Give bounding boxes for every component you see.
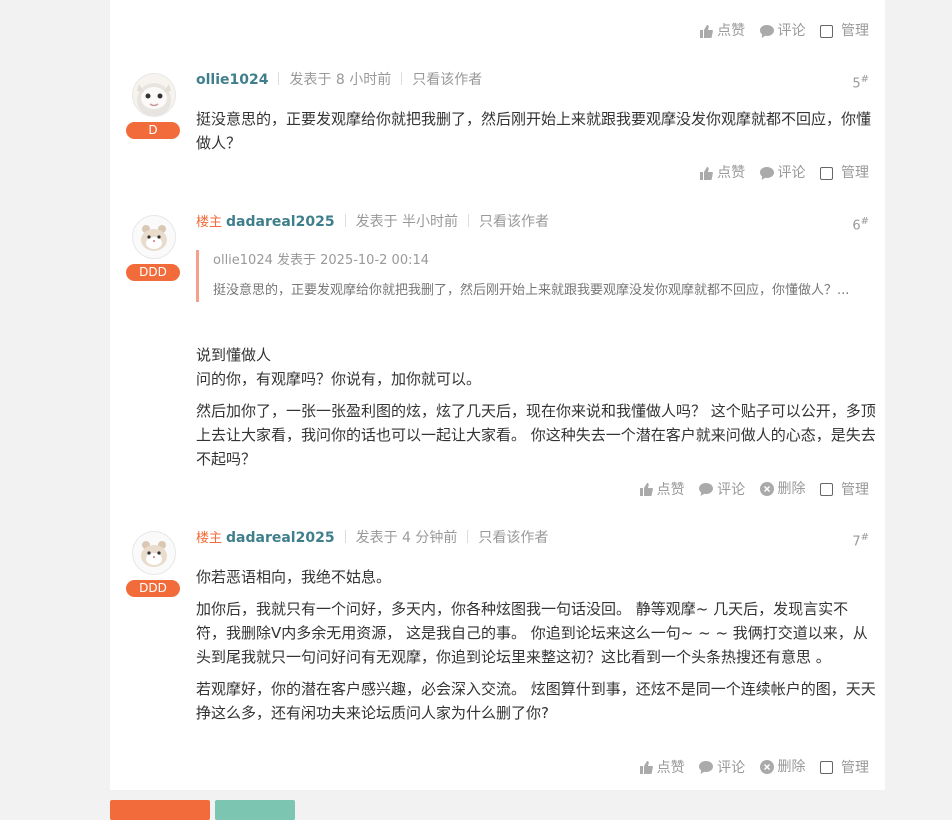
post-paragraph: 挺没意思的，正要发观摩给你就把我删了，然后刚开始上来就跟我要观摩没发你观摩就都不… <box>196 110 872 152</box>
avatar[interactable] <box>132 73 176 117</box>
thumb-up-icon <box>639 483 653 496</box>
post-header: 楼主 dadareal2025 发表于 4 分钟前 只看该作者 7# <box>196 528 869 549</box>
manage-check-box[interactable] <box>820 483 833 496</box>
like-label: 点赞 <box>656 759 685 776</box>
owner-tag: 楼主 <box>196 215 223 230</box>
manage-check-box[interactable] <box>820 24 833 38</box>
quote-header: ollie1024 发表于 2025-10-2 00:14 <box>213 253 430 268</box>
manage-check-box[interactable] <box>820 761 833 774</box>
owner-tag: 楼主 <box>196 531 223 546</box>
avatar[interactable] <box>132 215 176 259</box>
quoted-post: ollie1024 发表于 2025-10-2 00:14 挺没意思的，正要发观… <box>196 250 865 302</box>
comment-icon <box>759 166 774 180</box>
post-actions: 点赞 评论 管理 <box>689 163 869 183</box>
manage-checkbox[interactable]: 管理 <box>820 758 869 778</box>
manage-checkbox[interactable]: 管理 <box>820 480 869 500</box>
post-time: 发表于 8 小时前 <box>289 72 392 88</box>
manage-label: 管理 <box>841 165 869 181</box>
floor-number[interactable]: 6# <box>852 212 869 236</box>
post-content: 挺没意思的，正要发观摩给你就把我删了，然后刚开始上来就跟我要观摩没发你观摩就都不… <box>196 107 876 163</box>
post-paragraph: 你若恶语相向，我绝不姑息。 <box>196 568 392 586</box>
reply-button[interactable] <box>215 800 295 820</box>
only-author-link[interactable]: 只看该作者 <box>479 214 549 230</box>
comment-label: 评论 <box>717 759 746 776</box>
post-header: 楼主 dadareal2025 发表于 半小时前 只看该作者 6# <box>196 212 869 233</box>
post-paragraph: 然后加你了，一张一张盈利图的炫，炫了几天后，现在你来说和我懂做人吗？ 这个贴子可… <box>196 402 876 468</box>
username-link[interactable]: dadareal2025 <box>226 530 335 546</box>
manage-label: 管理 <box>841 481 869 498</box>
post-paragraph: 问的你，有观摩吗？你说有，加你就可以。 <box>196 370 482 388</box>
post-header: ollie1024 发表于 8 小时前 只看该作者 5# <box>196 70 869 91</box>
manage-checkbox[interactable]: 管理 <box>820 163 869 183</box>
hamster-avatar-icon <box>133 532 175 574</box>
comment-icon <box>699 483 714 496</box>
post-content: 说到懂做人 问的你，有观摩吗？你说有，加你就可以。 然后加你了，一张一张盈利图的… <box>196 343 876 479</box>
only-author-link[interactable]: 只看该作者 <box>478 530 548 546</box>
post-paragraph: 说到懂做人 <box>196 346 272 364</box>
delete-icon <box>759 760 774 774</box>
post-time: 发表于 4 分钟前 <box>355 530 458 546</box>
user-group-badge: DDD <box>126 264 180 281</box>
comment-button[interactable]: 评论 <box>699 758 745 778</box>
delete-button[interactable]: 删除 <box>759 479 806 499</box>
floor-number[interactable]: 5# <box>852 70 869 94</box>
new-post-button[interactable] <box>110 800 210 820</box>
comment-label: 评论 <box>717 481 746 498</box>
thumb-up-icon <box>639 761 653 774</box>
like-button[interactable]: 点赞 <box>699 163 745 183</box>
user-group-badge: D <box>126 122 180 139</box>
post-time: 发表于 半小时前 <box>355 214 459 230</box>
post-paragraph: 加你后，我就只有一个问好，多天内，你各种炫图我一句话没回。 静等观摩~ 几天后，… <box>196 600 868 666</box>
comment-icon <box>759 24 774 38</box>
cat-avatar-icon <box>133 74 175 116</box>
username-link[interactable]: ollie1024 <box>196 72 268 88</box>
comment-label: 评论 <box>777 165 806 181</box>
manage-label: 管理 <box>841 23 869 39</box>
comment-button[interactable]: 评论 <box>699 480 745 500</box>
like-button[interactable]: 点赞 <box>639 758 685 778</box>
comment-icon <box>699 761 714 774</box>
floor-number[interactable]: 7# <box>852 528 869 552</box>
username-link[interactable]: dadareal2025 <box>226 214 335 230</box>
post-list-panel: 点赞 评论 管理 D ollie1024 发表于 8 小时前 只看该作者 5# … <box>110 0 885 790</box>
thumb-up-icon <box>700 166 714 180</box>
only-author-link[interactable]: 只看该作者 <box>412 72 482 88</box>
thumb-up-icon <box>700 24 714 38</box>
post-actions: 点赞 评论 删除 管理 <box>629 479 869 499</box>
user-group-badge: DDD <box>126 580 180 597</box>
like-button[interactable]: 点赞 <box>639 480 685 500</box>
manage-check-box[interactable] <box>820 166 833 180</box>
like-label: 点赞 <box>717 23 746 39</box>
manage-label: 管理 <box>841 759 869 776</box>
manage-checkbox[interactable]: 管理 <box>820 21 869 41</box>
comment-label: 评论 <box>777 23 806 39</box>
comment-button[interactable]: 评论 <box>759 163 806 183</box>
delete-button[interactable]: 删除 <box>759 757 806 777</box>
hamster-avatar-icon <box>133 216 175 258</box>
post-actions-prev: 点赞 评论 管理 <box>689 21 869 41</box>
quote-text: 挺没意思的，正要发观摩给你就把我删了，然后刚开始上来就跟我要观摩没发你观摩就都不… <box>213 283 850 298</box>
delete-label: 删除 <box>777 759 806 775</box>
delete-icon <box>759 482 774 496</box>
comment-button[interactable]: 评论 <box>759 21 806 41</box>
post-paragraph: 若观摩好，你的潜在客户感兴趣，必会深入交流。 炫图算什到事，还炫不是同一个连续帐… <box>196 680 876 722</box>
delete-label: 删除 <box>777 481 806 497</box>
like-label: 点赞 <box>656 481 685 498</box>
like-label: 点赞 <box>717 165 746 181</box>
like-button[interactable]: 点赞 <box>699 21 745 41</box>
avatar[interactable] <box>132 531 176 575</box>
post-content: 你若恶语相向，我绝不姑息。 加你后，我就只有一个问好，多天内，你各种炫图我一句话… <box>196 565 876 733</box>
post-actions: 点赞 评论 删除 管理 <box>629 757 869 777</box>
